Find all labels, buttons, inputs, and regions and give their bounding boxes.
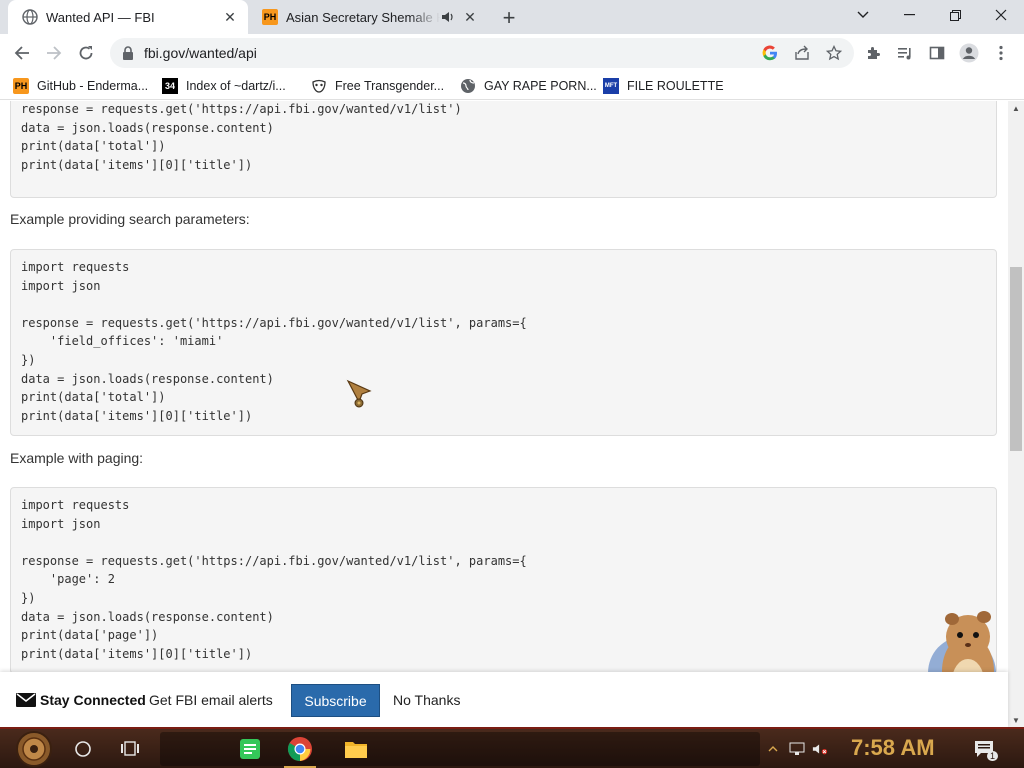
globe-icon: [460, 78, 476, 94]
search-circle-icon[interactable]: [67, 733, 99, 765]
restore-button[interactable]: [932, 0, 978, 30]
speaker-icon[interactable]: [440, 9, 456, 25]
minimize-button[interactable]: [886, 0, 932, 30]
tab-title: Asian Secretary Shemale Hentai: [286, 9, 440, 25]
close-icon[interactable]: ✕: [460, 7, 480, 27]
bookmark-label: FILE ROULETTE: [627, 79, 724, 93]
scrollbar-thumb[interactable]: [1010, 267, 1022, 451]
file-roulette-favicon-icon: MFT: [603, 78, 619, 94]
forward-button[interactable]: [39, 38, 69, 68]
chevron-down-icon[interactable]: [840, 0, 886, 30]
chevron-up-icon[interactable]: [765, 741, 781, 757]
bookmark-file-roulette[interactable]: MFT FILE ROULETTE: [603, 76, 724, 96]
bookmark-gay-rape[interactable]: GAY RAPE PORN...: [460, 76, 597, 96]
lock-icon[interactable]: [120, 45, 136, 61]
pornhub-favicon-icon: PH: [262, 9, 278, 25]
kebab-menu-icon[interactable]: [986, 38, 1016, 68]
rule34-favicon-icon: 34: [162, 78, 178, 94]
star-icon[interactable]: [822, 41, 846, 65]
bookmarks-bar: PH GitHub - Enderma... 34 Index of ~dart…: [0, 72, 1024, 100]
close-icon[interactable]: ✕: [220, 7, 240, 27]
no-thanks-button[interactable]: No Thanks: [393, 692, 460, 708]
task-view-icon[interactable]: [114, 733, 146, 765]
bookmark-index-of-dartz[interactable]: 34 Index of ~dartz/i...: [162, 76, 286, 96]
volume-muted-icon[interactable]: [812, 741, 828, 757]
banner-text: Get FBI email alerts: [149, 692, 273, 708]
extensions-icon[interactable]: [858, 38, 888, 68]
chrome-icon[interactable]: [284, 733, 316, 765]
paragraph: Example providing search parameters:: [10, 211, 250, 227]
notes-app-icon[interactable]: [234, 733, 266, 765]
code-block: response = requests.get('https://api.fbi…: [10, 101, 997, 198]
google-icon[interactable]: [758, 41, 782, 65]
tab-second[interactable]: PH Asian Secretary Shemale Hentai ✕: [248, 0, 488, 34]
reload-button[interactable]: [71, 38, 101, 68]
notification-count-badge: 1: [987, 751, 999, 761]
subscribe-button[interactable]: Subscribe: [291, 684, 380, 717]
tab-strip: Wanted API — FBI ✕ PH Asian Secretary Sh…: [0, 0, 1024, 34]
address-bar[interactable]: fbi.gov/wanted/api: [110, 38, 854, 68]
share-icon[interactable]: [790, 41, 814, 65]
profile-avatar-icon[interactable]: [954, 38, 984, 68]
file-explorer-icon[interactable]: [340, 733, 372, 765]
bookmark-label: GitHub - Enderma...: [37, 79, 149, 93]
paragraph: Example with paging:: [10, 450, 144, 466]
media-control-icon[interactable]: [890, 38, 920, 68]
windows-taskbar: 7:58 AM 1: [0, 727, 1024, 768]
mask-icon: [311, 78, 327, 94]
url-text: fbi.gov/wanted/api: [144, 45, 257, 61]
bookmark-label: Index of ~dartz/i...: [186, 79, 286, 93]
code-block: import requests import json response = r…: [10, 249, 997, 436]
globe-icon: [22, 9, 38, 25]
network-icon[interactable]: [789, 741, 805, 757]
taskbar-clock[interactable]: 7:58 AM: [851, 735, 935, 761]
banner-title: Stay Connected: [40, 692, 146, 708]
side-panel-icon[interactable]: [922, 38, 952, 68]
bookmark-label: GAY RAPE PORN...: [484, 79, 597, 93]
code-block: import requests import json response = r…: [10, 487, 997, 674]
scroll-up-arrow-icon[interactable]: ▲: [1008, 101, 1024, 115]
mail-icon: [16, 692, 36, 708]
close-window-button[interactable]: [978, 0, 1024, 30]
new-tab-button[interactable]: +: [496, 5, 522, 31]
page-scrollbar[interactable]: ▲ ▼: [1008, 101, 1024, 727]
tab-title: Wanted API — FBI: [46, 9, 155, 25]
browser-toolbar: fbi.gov/wanted/api: [0, 34, 1024, 72]
bookmark-github[interactable]: PH GitHub - Enderma...: [13, 76, 148, 96]
tab-wanted-api[interactable]: Wanted API — FBI ✕: [8, 0, 248, 34]
page-content: response = requests.get('https://api.fbi…: [0, 101, 1008, 727]
pornhub-favicon-icon: PH: [13, 78, 29, 94]
email-alert-banner: Stay Connected Get FBI email alerts Subs…: [0, 672, 1008, 727]
bookmark-label: Free Transgender...: [335, 79, 445, 93]
scroll-down-arrow-icon[interactable]: ▼: [1008, 713, 1024, 727]
cursor-icon: [344, 377, 378, 411]
back-button[interactable]: [7, 38, 37, 68]
bookmark-free-transgender[interactable]: Free Transgender...: [311, 76, 444, 96]
start-button[interactable]: [14, 730, 54, 768]
